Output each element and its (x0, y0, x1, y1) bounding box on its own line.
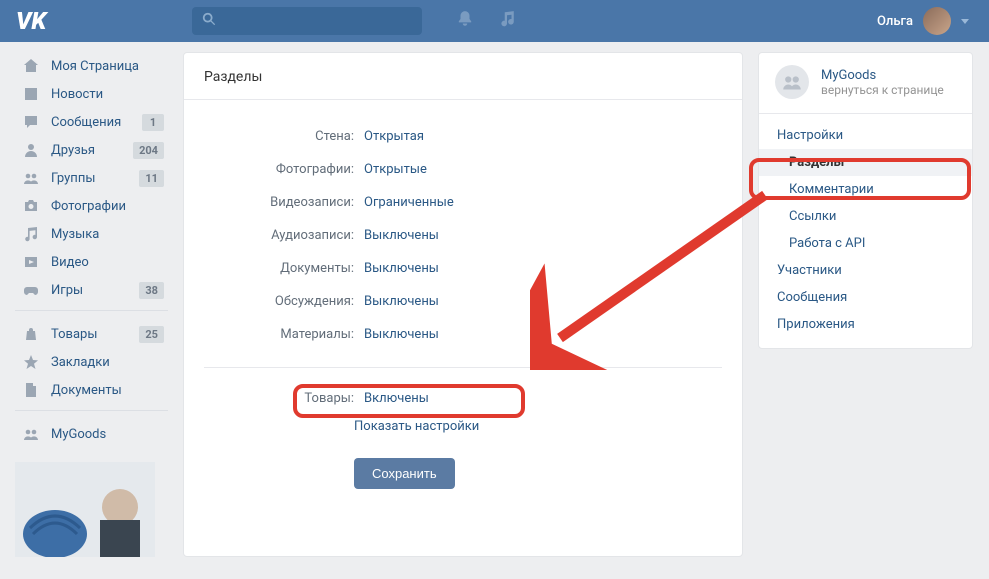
group-header[interactable]: MyGoods вернуться к странице (759, 53, 972, 114)
right-menu-item[interactable]: Настройки (759, 122, 972, 149)
sidebar-item-закладки[interactable]: Закладки (15, 348, 168, 376)
account-menu[interactable]: Ольга (877, 7, 989, 35)
group-icon (21, 426, 41, 442)
header-icons (456, 10, 516, 32)
badge: 204 (133, 142, 164, 159)
group-icon (21, 170, 41, 186)
sidebar-item-группы[interactable]: Группы 11 (15, 164, 168, 192)
avatar (923, 7, 951, 35)
news-icon (21, 86, 41, 102)
search-input[interactable] (192, 7, 422, 35)
sidebar-item-видео[interactable]: Видео (15, 248, 168, 276)
sidebar-item-моя-страница[interactable]: Моя Страница (15, 52, 168, 80)
search-icon (202, 12, 216, 30)
setting-row: Документы:Выключены (204, 252, 722, 285)
user-icon (21, 142, 41, 158)
badge: 1 (142, 114, 164, 131)
setting-label: Обсуждения: (204, 294, 364, 309)
sidebar-item-товары[interactable]: Товары 25 (15, 320, 168, 348)
setting-label: Видеозаписи: (204, 195, 364, 210)
setting-value[interactable]: Выключены (364, 228, 439, 243)
sidebar-item-label: Новости (51, 87, 103, 102)
right-menu-item[interactable]: Комментарии (759, 176, 972, 203)
sidebar-item-label: Фотографии (51, 199, 126, 214)
badge: 38 (139, 282, 164, 299)
save-button[interactable]: Сохранить (354, 458, 455, 489)
right-menu-item[interactable]: Приложения (759, 311, 972, 338)
setting-label: Материалы: (204, 327, 364, 342)
camera-icon (21, 198, 41, 214)
chevron-down-icon (961, 19, 969, 24)
sidebar-item-label: Видео (51, 255, 89, 270)
sidebar-item-документы[interactable]: Документы (15, 376, 168, 404)
video-icon (21, 254, 41, 270)
badge: 25 (139, 326, 164, 343)
setting-row: Фотографии:Открытые (204, 153, 722, 186)
right-menu-item[interactable]: Работа с API (759, 230, 972, 257)
music-icon[interactable] (498, 10, 516, 32)
setting-value[interactable]: Выключены (364, 261, 439, 276)
right-menu-item[interactable]: Сообщения (759, 284, 972, 311)
setting-row: Аудиозаписи:Выключены (204, 219, 722, 252)
show-settings-link[interactable]: Показать настройки (354, 415, 742, 434)
sidebar-item-музыка[interactable]: Музыка (15, 220, 168, 248)
sidebar-item-label: Закладки (51, 355, 110, 370)
setting-row: Материалы:Выключены (204, 318, 722, 351)
sidebar-item-label: Группы (51, 171, 95, 186)
setting-row: Стена:Открытая (204, 120, 722, 153)
setting-row: Видеозаписи:Ограниченные (204, 186, 722, 219)
right-menu-item[interactable]: Участники (759, 257, 972, 284)
sidebar-item-label: MyGoods (51, 427, 106, 442)
notifications-icon[interactable] (456, 10, 474, 32)
setting-label: Стена: (204, 129, 364, 144)
bag-icon (21, 326, 41, 342)
setting-value[interactable]: Выключены (364, 294, 439, 309)
sidebar-item-сообщения[interactable]: Сообщения 1 (15, 108, 168, 136)
doc-icon (21, 382, 41, 398)
sidebar-item-новости[interactable]: Новости (15, 80, 168, 108)
products-value[interactable]: Включены (364, 391, 429, 406)
setting-label: Документы: (204, 261, 364, 276)
group-avatar-icon (775, 65, 809, 99)
star-icon (21, 354, 41, 370)
sidebar-promo-image[interactable] (15, 462, 155, 557)
chat-icon (21, 114, 41, 130)
sidebar-item-label: Музыка (51, 227, 99, 242)
badge: 11 (139, 170, 164, 187)
group-name: MyGoods (821, 68, 944, 83)
username: Ольга (877, 14, 913, 29)
setting-value[interactable]: Выключены (364, 327, 439, 342)
music-icon (21, 226, 41, 242)
sidebar-item-фотографии[interactable]: Фотографии (15, 192, 168, 220)
home-icon (21, 58, 41, 74)
setting-value[interactable]: Ограниченные (364, 195, 454, 210)
right-menu-item[interactable]: Разделы (759, 149, 972, 176)
setting-value[interactable]: Открытые (364, 162, 427, 177)
settings-panel: Разделы Стена:ОткрытаяФотографии:Открыты… (183, 52, 743, 557)
sidebar-item-mygoods[interactable]: MyGoods (15, 420, 168, 448)
sidebar-item-игры[interactable]: Игры 38 (15, 276, 168, 304)
products-label: Товары: (204, 391, 364, 406)
sidebar-item-label: Моя Страница (51, 59, 139, 74)
setting-label: Фотографии: (204, 162, 364, 177)
sidebar-item-label: Игры (51, 283, 83, 298)
setting-value[interactable]: Открытая (364, 129, 424, 144)
setting-row: Обсуждения:Выключены (204, 285, 722, 318)
top-header: VK Ольга (0, 0, 989, 42)
sidebar-item-label: Сообщения (51, 115, 121, 130)
sidebar-item-label: Товары (51, 327, 97, 342)
page-title: Разделы (184, 53, 742, 100)
vk-logo[interactable]: VK (16, 7, 46, 35)
sidebar-item-label: Друзья (51, 143, 95, 158)
game-icon (21, 282, 41, 298)
right-menu-item[interactable]: Ссылки (759, 203, 972, 230)
sidebar-item-label: Документы (51, 383, 122, 398)
right-panel: MyGoods вернуться к странице НастройкиРа… (758, 52, 973, 349)
group-back-link: вернуться к странице (821, 83, 944, 97)
setting-label: Аудиозаписи: (204, 228, 364, 243)
sidebar-item-друзья[interactable]: Друзья 204 (15, 136, 168, 164)
left-sidebar: Моя Страница Новости Сообщения 1 Друзья 204 Гр… (15, 52, 168, 557)
